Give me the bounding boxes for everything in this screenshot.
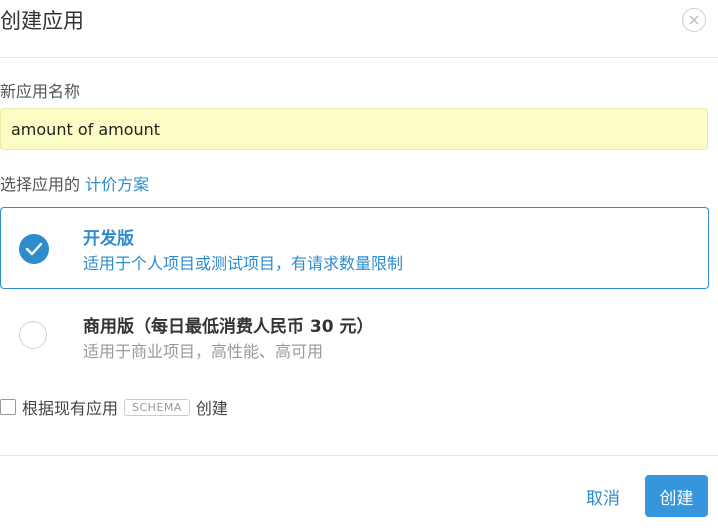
close-icon — [689, 15, 699, 25]
plan-description: 适用于商业项目，高性能、高可用 — [83, 342, 324, 361]
pricing-plan-link[interactable]: 计价方案 — [85, 175, 149, 194]
plan-label: 选择应用的 计价方案 — [0, 171, 149, 195]
plan-label-text: 选择应用的 — [0, 175, 81, 194]
schema-option-prefix: 根据现有应用 — [22, 399, 119, 418]
plan-option-dev[interactable]: 开发版 适用于个人项目或测试项目，有请求数量限制 — [0, 207, 709, 289]
create-button[interactable]: 创建 — [645, 475, 708, 517]
plan-description: 适用于个人项目或测试项目，有请求数量限制 — [83, 254, 404, 273]
app-name-input[interactable] — [0, 108, 708, 150]
close-button[interactable] — [682, 8, 706, 32]
dialog-title: 创建应用 — [0, 9, 84, 33]
checkmark-icon — [25, 242, 43, 256]
radio-unchecked[interactable] — [19, 321, 47, 349]
schema-badge: SCHEMA — [124, 398, 190, 416]
plan-title: 商用版（每日最低消费人民币 30 元） — [83, 317, 374, 337]
schema-option-suffix: 创建 — [195, 399, 228, 418]
schema-checkbox[interactable] — [0, 399, 16, 415]
plan-title: 开发版 — [83, 229, 134, 249]
cancel-button[interactable]: 取消 — [574, 476, 632, 516]
app-name-label: 新应用名称 — [0, 82, 81, 101]
footer-divider — [0, 455, 718, 456]
header-divider — [0, 57, 718, 58]
plan-option-business[interactable]: 商用版（每日最低消费人民币 30 元） 适用于商业项目，高性能、高可用 — [0, 293, 709, 375]
radio-checked[interactable] — [19, 234, 49, 264]
schema-option: 根据现有应用 SCHEMA 创建 — [0, 396, 228, 418]
